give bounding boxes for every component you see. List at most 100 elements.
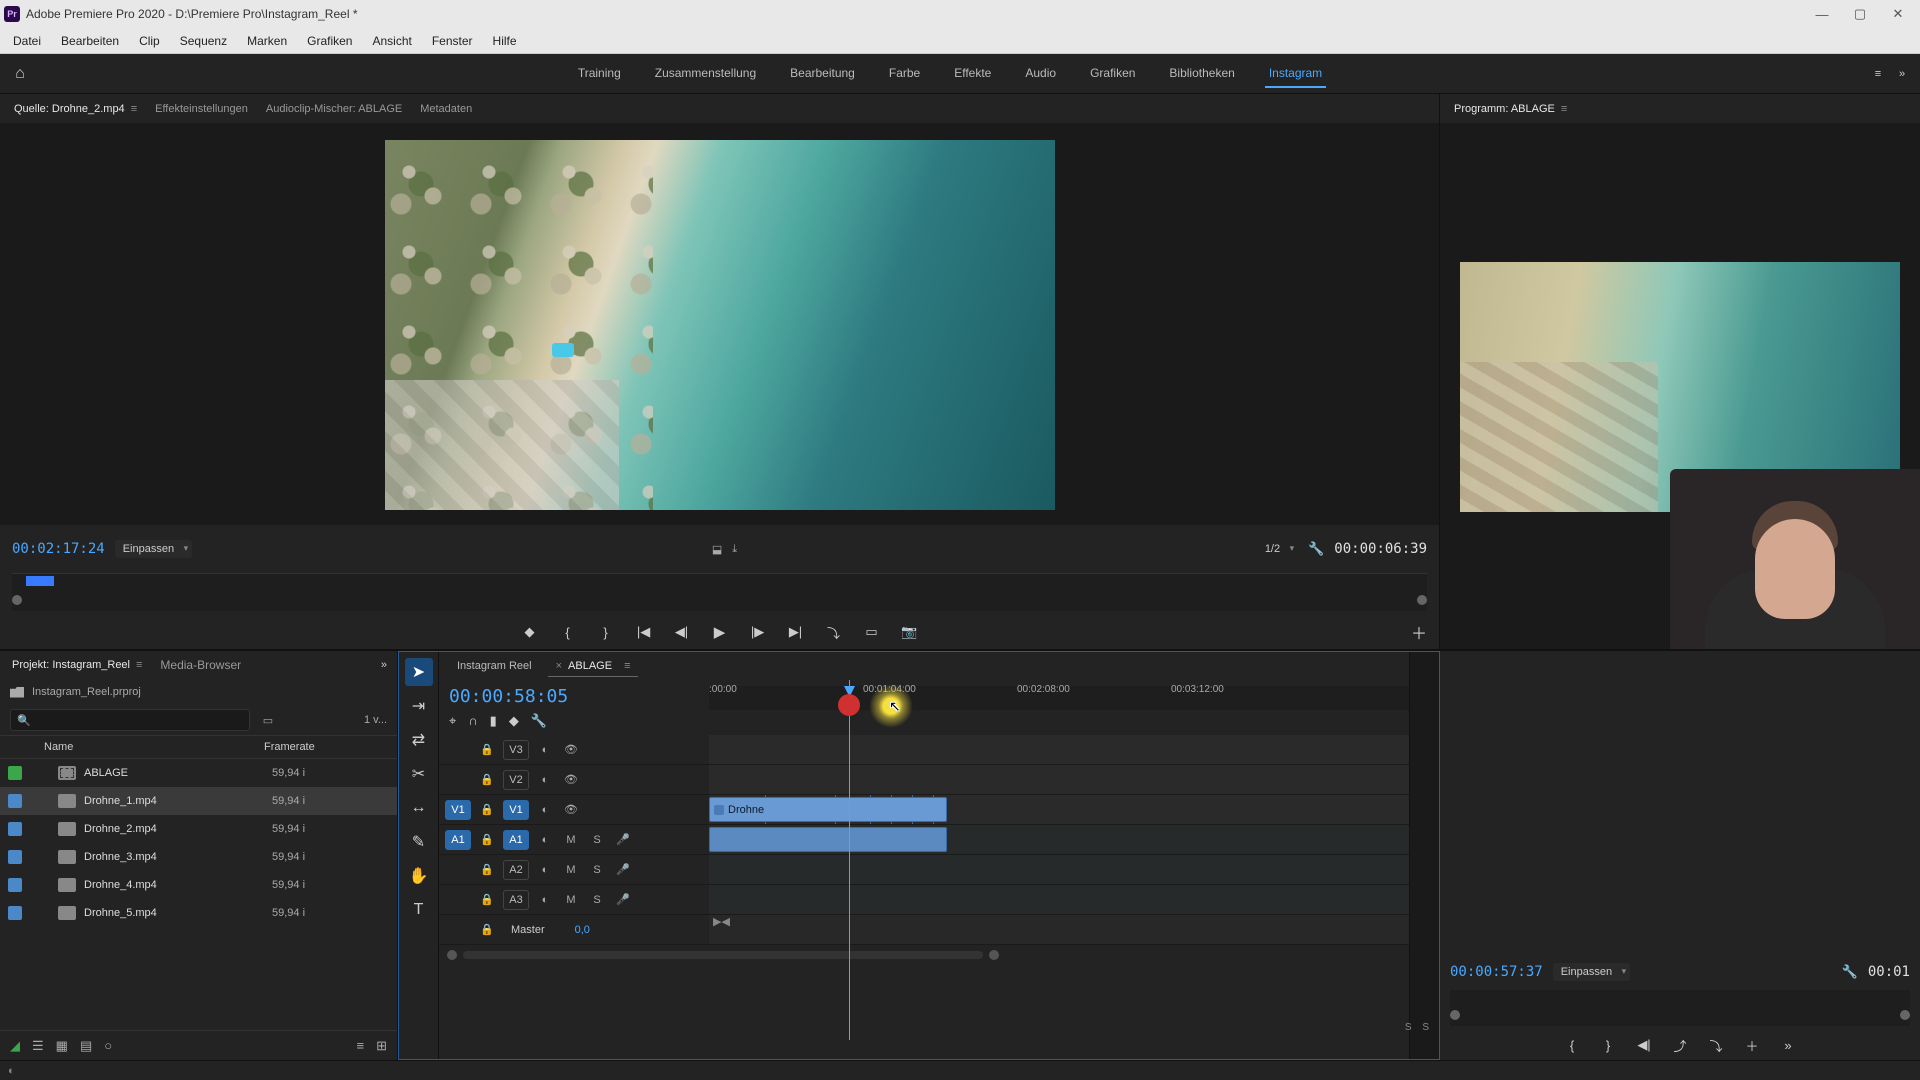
asset-row[interactable]: Drohne_2.mp459,94 i bbox=[0, 815, 397, 843]
col-framerate[interactable]: Framerate bbox=[264, 741, 344, 753]
program-panel-menu-icon[interactable]: ≡ bbox=[1561, 103, 1567, 115]
workspace-tab-audio[interactable]: Audio bbox=[1021, 60, 1060, 88]
master-value[interactable]: 0,0 bbox=[575, 924, 590, 936]
track-visibility-icon[interactable]: 👁 bbox=[561, 800, 581, 820]
track-lock-icon[interactable]: 🔒 bbox=[477, 890, 497, 910]
workspace-tab-bearbeitung[interactable]: Bearbeitung bbox=[786, 60, 859, 88]
close-button[interactable]: ✕ bbox=[1880, 2, 1916, 26]
play-button[interactable]: ▶ bbox=[708, 620, 732, 644]
audio-lane-a1[interactable] bbox=[709, 825, 1409, 855]
track-target[interactable]: V3 bbox=[503, 740, 529, 760]
track-toggle-icon[interactable]: ◐ bbox=[535, 800, 555, 820]
asset-row[interactable]: Drohne_1.mp459,94 i bbox=[0, 787, 397, 815]
auto-scale-icon[interactable]: ⊞ bbox=[376, 1038, 387, 1054]
type-tool-icon[interactable]: T bbox=[405, 896, 433, 924]
audio-lane-a3[interactable] bbox=[709, 885, 1409, 915]
pen-tool-icon[interactable]: ✎ bbox=[405, 828, 433, 856]
project-search-input[interactable]: 🔍 bbox=[10, 709, 250, 731]
step-forward-icon[interactable]: |▶ bbox=[746, 620, 770, 644]
source-timecode[interactable]: 00:02:17:24 bbox=[12, 541, 105, 557]
workspace-menu-icon[interactable]: ≡ bbox=[1866, 68, 1890, 80]
audio-clip[interactable] bbox=[709, 827, 947, 852]
workspace-tab-grafiken[interactable]: Grafiken bbox=[1086, 60, 1139, 88]
workspace-tab-farbe[interactable]: Farbe bbox=[885, 60, 924, 88]
menu-fenster[interactable]: Fenster bbox=[423, 31, 482, 51]
selection-tool-icon[interactable]: ➤ bbox=[405, 658, 433, 686]
solo-button[interactable]: S bbox=[587, 830, 607, 850]
workspace-tab-instagram[interactable]: Instagram bbox=[1265, 60, 1326, 88]
track-toggle-icon[interactable]: ◐ bbox=[535, 740, 555, 760]
source-tab-3[interactable]: Metadaten bbox=[418, 99, 474, 119]
project-tab[interactable]: Projekt: Instagram_Reel ≡ bbox=[10, 655, 144, 675]
mute-button[interactable]: M bbox=[561, 890, 581, 910]
playhead[interactable] bbox=[849, 680, 850, 1040]
source-resolution-select[interactable]: 1/2 bbox=[1257, 540, 1298, 558]
program-time-ruler[interactable] bbox=[1450, 990, 1910, 1006]
solo-button[interactable]: S bbox=[587, 890, 607, 910]
add-marker-icon[interactable]: ▮ bbox=[490, 713, 497, 729]
audio-lane-a2[interactable] bbox=[709, 855, 1409, 885]
insert-overwrite-icon[interactable]: ⬓ bbox=[712, 543, 722, 556]
solo-button[interactable]: S bbox=[587, 860, 607, 880]
video-lane-v2[interactable] bbox=[709, 765, 1409, 795]
track-target[interactable]: A1 bbox=[503, 830, 529, 850]
footer-label-icon[interactable]: ◢ bbox=[10, 1038, 20, 1054]
workspace-tab-effekte[interactable]: Effekte bbox=[950, 60, 995, 88]
track-toggle-icon[interactable]: ◐ bbox=[535, 770, 555, 790]
track-target[interactable]: V2 bbox=[503, 770, 529, 790]
mute-button[interactable]: M bbox=[561, 830, 581, 850]
close-tab-icon[interactable]: × bbox=[556, 660, 562, 672]
snapshot-icon[interactable]: 📷 bbox=[898, 620, 922, 644]
mark-in-icon[interactable]: { bbox=[556, 620, 580, 644]
minimize-button[interactable]: — bbox=[1804, 2, 1840, 26]
program-scrub-bar[interactable] bbox=[1450, 1006, 1910, 1026]
track-toggle-icon[interactable]: ◐ bbox=[535, 860, 555, 880]
menu-marken[interactable]: Marken bbox=[238, 31, 296, 51]
timeline-zoom-scrollbar[interactable] bbox=[439, 945, 1409, 965]
source-time-ruler[interactable] bbox=[12, 573, 1427, 591]
col-name[interactable]: Name bbox=[44, 741, 264, 753]
add-marker-icon[interactable]: ◆ bbox=[518, 620, 542, 644]
icon-view-icon[interactable]: ▦ bbox=[56, 1038, 68, 1054]
source-scrub-bar[interactable] bbox=[12, 591, 1427, 611]
mark-out-icon[interactable]: } bbox=[594, 620, 618, 644]
mute-button[interactable]: M bbox=[561, 860, 581, 880]
menu-datei[interactable]: Datei bbox=[4, 31, 50, 51]
video-lane-v1[interactable]: Drohne bbox=[709, 795, 1409, 825]
track-visibility-icon[interactable]: 👁 bbox=[561, 740, 581, 760]
track-lock-icon[interactable]: 🔒 bbox=[477, 770, 497, 790]
timeline-timecode[interactable]: 00:00:58:05 bbox=[449, 686, 699, 707]
media-browser-tab[interactable]: Media-Browser bbox=[158, 654, 243, 676]
asset-row[interactable]: Drohne_5.mp459,94 i bbox=[0, 899, 397, 927]
project-panel-menu-icon[interactable]: ≡ bbox=[136, 659, 142, 671]
menu-sequenz[interactable]: Sequenz bbox=[171, 31, 236, 51]
list-view-icon[interactable]: ☰ bbox=[32, 1038, 44, 1054]
source-settings-icon[interactable]: 🔧 bbox=[1308, 541, 1324, 557]
source-monitor[interactable] bbox=[0, 124, 1439, 525]
export-frame-icon[interactable]: ⤓ bbox=[732, 543, 737, 556]
program-tab[interactable]: Programm: ABLAGE ≡ bbox=[1452, 99, 1569, 119]
track-target[interactable]: A3 bbox=[503, 890, 529, 910]
linked-selection-icon[interactable]: ∩ bbox=[468, 713, 477, 729]
workspace-overflow-icon[interactable]: » bbox=[1890, 68, 1914, 80]
source-zoom-select[interactable]: Einpassen bbox=[115, 540, 192, 558]
video-clip[interactable]: Drohne bbox=[709, 797, 947, 822]
voiceover-icon[interactable]: 🎤 bbox=[613, 860, 633, 880]
workspace-tab-training[interactable]: Training bbox=[574, 60, 625, 88]
workspace-tab-zusammenstellung[interactable]: Zusammenstellung bbox=[651, 60, 760, 88]
track-lock-icon[interactable]: 🔒 bbox=[477, 800, 497, 820]
source-patch[interactable]: V1 bbox=[445, 800, 471, 820]
menu-hilfe[interactable]: Hilfe bbox=[484, 31, 526, 51]
prog-lift-icon[interactable]: ⤴ bbox=[1668, 1033, 1692, 1057]
source-tab-1[interactable]: Effekteinstellungen bbox=[153, 99, 250, 119]
source-tab-2[interactable]: Audioclip-Mischer: ABLAGE bbox=[264, 99, 404, 119]
track-target[interactable]: A2 bbox=[503, 860, 529, 880]
asset-row[interactable]: Drohne_4.mp459,94 i bbox=[0, 871, 397, 899]
track-toggle-icon[interactable]: ◐ bbox=[535, 830, 555, 850]
workspace-tab-bibliotheken[interactable]: Bibliotheken bbox=[1165, 60, 1238, 88]
program-zoom-select[interactable]: Einpassen bbox=[1553, 963, 1630, 981]
snap-icon[interactable]: ⌖ bbox=[449, 713, 456, 729]
insert-icon[interactable]: ⤵ bbox=[822, 620, 846, 644]
video-lane-v3[interactable] bbox=[709, 735, 1409, 765]
track-lock-icon[interactable]: 🔒 bbox=[477, 740, 497, 760]
